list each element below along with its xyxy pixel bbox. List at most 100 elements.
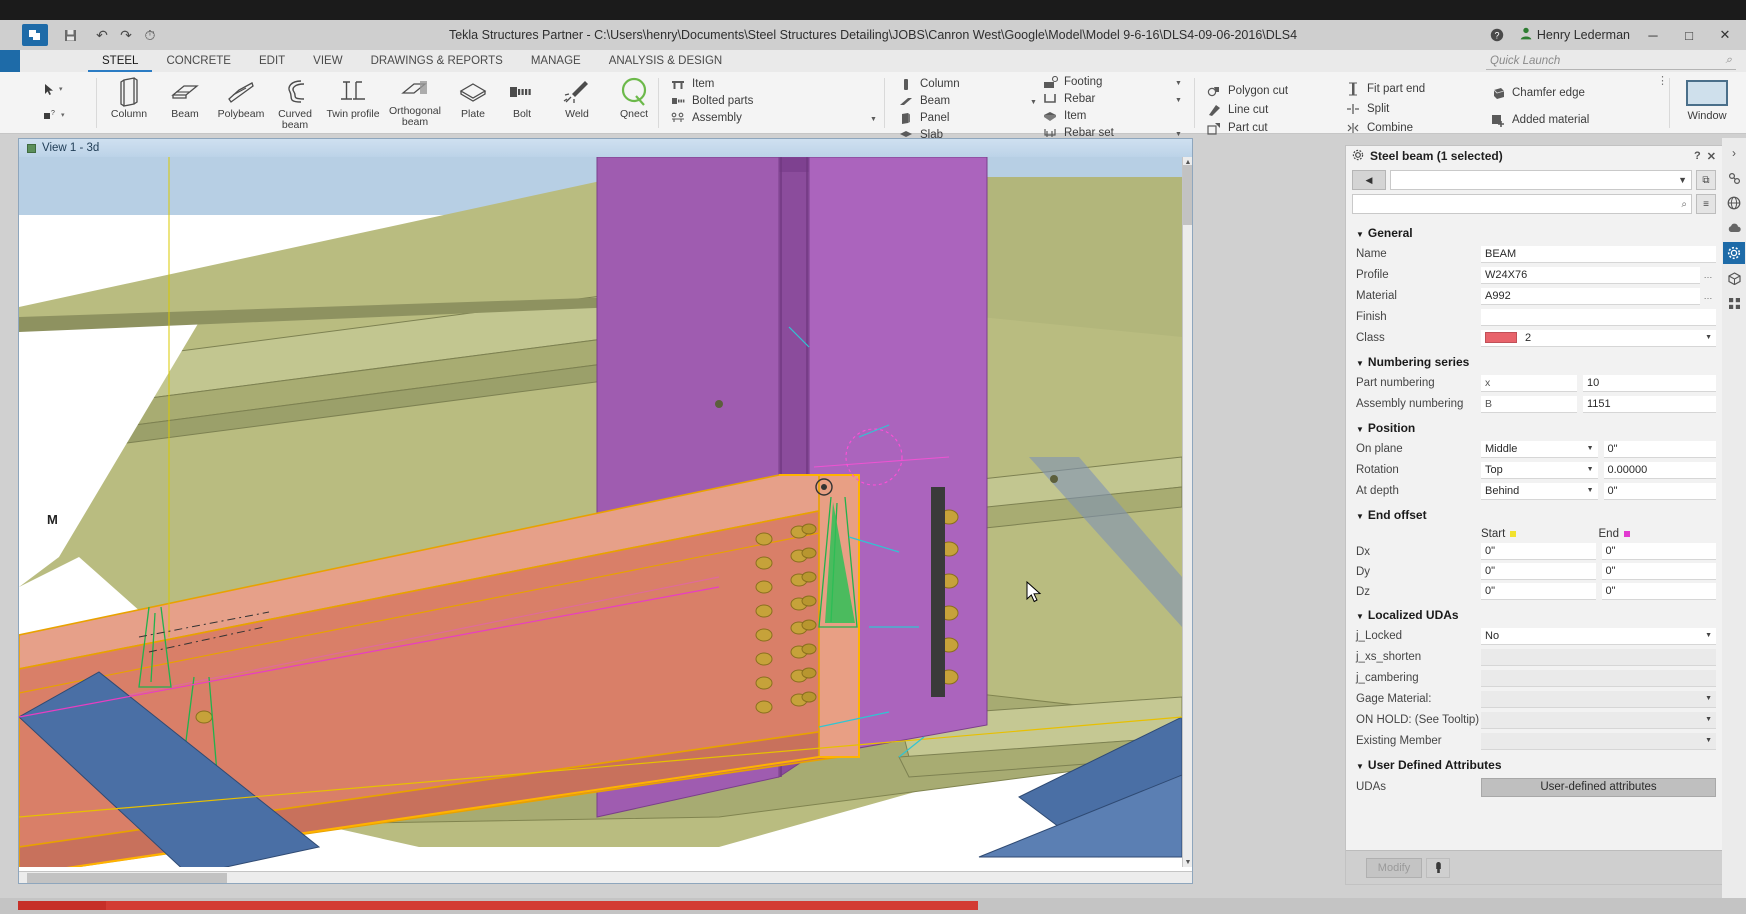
gear-icon[interactable]	[1723, 242, 1745, 264]
ribbon-item-fit-part-end[interactable]: Fit part end	[1345, 82, 1425, 96]
model-canvas[interactable]: M	[19, 157, 1192, 867]
cloud-icon[interactable]	[1723, 217, 1745, 239]
settings-link-icon[interactable]	[1723, 167, 1745, 189]
help-icon[interactable]: ?	[1484, 22, 1510, 48]
ribbon-item-assembly[interactable]: Assembly	[670, 111, 742, 125]
apps-icon[interactable]	[1723, 292, 1745, 314]
scroll-down-icon[interactable]: ▼	[1183, 857, 1192, 867]
field-input-dx-end[interactable]: 0"	[1601, 543, 1716, 560]
ribbon-item-rebar-item[interactable]: Item	[1042, 109, 1086, 123]
ribbon-item-split[interactable]: Split	[1345, 102, 1389, 116]
minimize-button[interactable]: ─	[1640, 22, 1666, 48]
tab-steel[interactable]: STEEL	[88, 50, 153, 72]
view-hscroll-thumb[interactable]	[27, 873, 227, 883]
user-area[interactable]: Henry Lederman	[1520, 27, 1630, 43]
chevron-down-icon[interactable]: ▼	[1705, 737, 1712, 744]
chevron-down-icon[interactable]: ▾	[61, 111, 65, 119]
field-input-dy-start[interactable]: 0"	[1481, 563, 1596, 580]
tab-manage[interactable]: MANAGE	[517, 50, 595, 72]
field-input-dx-start[interactable]: 0"	[1481, 543, 1596, 560]
field-input-j-cambering[interactable]	[1481, 669, 1716, 687]
chevron-down-icon[interactable]: ▼	[1587, 445, 1594, 452]
field-input-assembly-numbering-start[interactable]: 1151	[1583, 395, 1716, 413]
ribbon-item-line-cut[interactable]: Line cut	[1206, 103, 1268, 117]
save-button[interactable]	[58, 24, 82, 46]
field-input-class[interactable]: 2 ▼	[1481, 329, 1716, 347]
view-vscroll-thumb[interactable]	[1183, 165, 1192, 225]
ribbon-item-concrete-beam[interactable]: Beam	[898, 94, 950, 108]
field-select-on-plane[interactable]: Middle ▼	[1481, 440, 1598, 458]
redo-button[interactable]: ↷	[114, 24, 138, 46]
field-input-at-depth-offset[interactable]: 0"	[1603, 482, 1716, 500]
view-tab-header[interactable]: View 1 - 3d	[19, 139, 1192, 157]
user-defined-attributes-button[interactable]: User-defined attributes	[1481, 777, 1716, 797]
field-input-dy-end[interactable]: 0"	[1601, 563, 1716, 580]
ribbon-button-qnect[interactable]: Qnect	[608, 76, 660, 120]
chevron-down-icon[interactable]: ▼	[1175, 97, 1182, 104]
chevron-down-icon[interactable]: ▼	[1705, 632, 1712, 639]
ribbon-item-added-material[interactable]: Added material	[1490, 113, 1589, 127]
section-numbering-series[interactable]: ▼ Numbering series	[1346, 349, 1722, 373]
field-input-assembly-numbering-prefix[interactable]: B	[1481, 395, 1577, 413]
ribbon-button-plate[interactable]: Plate	[447, 76, 499, 120]
field-input-on-plane-offset[interactable]: 0"	[1603, 440, 1716, 458]
modify-button[interactable]: Modify	[1366, 857, 1422, 878]
field-input-part-numbering-start[interactable]: 10	[1583, 374, 1716, 392]
undo-button[interactable]: ↶	[90, 24, 114, 46]
tab-view[interactable]: VIEW	[299, 50, 356, 72]
quick-launch-input[interactable]: Quick Launch ⌕	[1486, 52, 1736, 70]
cube-icon[interactable]	[1723, 267, 1745, 289]
properties-preset-combo[interactable]: ▼	[1390, 170, 1692, 190]
ribbon-item-footing[interactable]: Footing	[1042, 75, 1102, 89]
maximize-button[interactable]: □	[1676, 22, 1702, 48]
field-select-j-locked[interactable]: No ▼	[1481, 627, 1716, 645]
ribbon-item-polygon-cut[interactable]: Polygon cut	[1206, 84, 1288, 98]
ribbon-item-concrete-column[interactable]: Column	[898, 77, 960, 91]
ribbon-button-twin-profile[interactable]: Twin profile	[325, 76, 381, 120]
chevron-down-icon[interactable]: ▼	[1705, 695, 1712, 702]
select-object-tool[interactable]: ? ▾	[38, 102, 78, 128]
section-position[interactable]: ▼ Position	[1346, 415, 1722, 439]
history-button[interactable]: ⏱	[138, 24, 162, 46]
eyedropper-icon[interactable]	[1426, 857, 1450, 878]
field-input-dz-end[interactable]: 0"	[1601, 583, 1716, 600]
tab-analysis-design[interactable]: ANALYSIS & DESIGN	[595, 50, 737, 72]
ribbon-button-column[interactable]: Column	[103, 76, 155, 120]
chevron-right-icon[interactable]: ›	[1723, 142, 1745, 164]
ribbon-button-beam[interactable]: Beam	[159, 76, 211, 120]
ribbon-button-window[interactable]: Window	[1676, 76, 1738, 122]
field-input-dz-start[interactable]: 0"	[1481, 583, 1596, 600]
close-button[interactable]: ✕	[1712, 22, 1738, 48]
field-select-rotation[interactable]: Top ▼	[1481, 461, 1598, 479]
field-input-rotation-angle[interactable]: 0.00000	[1603, 461, 1716, 479]
ribbon-button-polybeam[interactable]: Polybeam	[215, 76, 267, 120]
material-browse-button[interactable]: …	[1700, 291, 1716, 301]
properties-close-icon[interactable]: ✕	[1707, 150, 1716, 163]
field-select-existing-member[interactable]: ▼	[1481, 732, 1716, 750]
ribbon-item-item[interactable]: Item	[670, 77, 714, 91]
model-view-panel[interactable]: View 1 - 3d M ▲ ▼	[18, 138, 1193, 884]
view-horizontal-scrollbar[interactable]	[19, 871, 1192, 883]
tab-concrete[interactable]: CONCRETE	[152, 50, 245, 72]
view-vertical-scrollbar[interactable]: ▲ ▼	[1182, 157, 1192, 867]
section-localized-udas[interactable]: ▼ Localized UDAs	[1346, 602, 1722, 626]
properties-list-button[interactable]: ≡	[1696, 194, 1716, 214]
ribbon-item-combine[interactable]: Combine	[1345, 121, 1413, 135]
field-input-j-xs-shorten[interactable]	[1481, 648, 1716, 666]
field-input-profile[interactable]: W24X76	[1481, 266, 1700, 284]
chevron-down-icon[interactable]: ▼	[1030, 99, 1037, 106]
chevron-down-icon[interactable]: ▼	[1175, 80, 1182, 87]
tab-edit[interactable]: EDIT	[245, 50, 299, 72]
ribbon-overflow-button[interactable]: ⋮	[1657, 76, 1668, 87]
chevron-down-icon[interactable]: ▼	[1587, 487, 1594, 494]
field-input-finish[interactable]	[1481, 308, 1716, 326]
chevron-down-icon[interactable]: ▼	[1705, 716, 1712, 723]
field-select-on-hold[interactable]: ▼	[1481, 711, 1716, 729]
field-input-name[interactable]: BEAM	[1481, 245, 1716, 263]
ribbon-item-bolted-parts[interactable]: Bolted parts	[670, 94, 753, 108]
ribbon-item-chamfer-edge[interactable]: Chamfer edge	[1490, 86, 1585, 100]
chevron-down-icon[interactable]: ▼	[1175, 131, 1182, 138]
section-end-offset[interactable]: ▼ End offset	[1346, 502, 1722, 526]
section-general[interactable]: ▼ General	[1346, 220, 1722, 244]
section-user-defined-attributes[interactable]: ▼ User Defined Attributes	[1346, 752, 1722, 776]
